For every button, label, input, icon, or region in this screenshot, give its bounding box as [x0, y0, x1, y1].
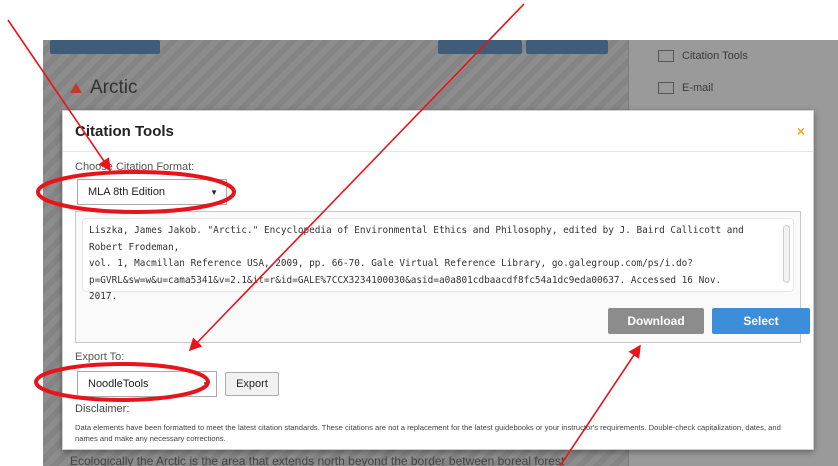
export-destination-select[interactable]: NoodleTools ▼: [77, 371, 217, 397]
download-button[interactable]: Download: [608, 308, 704, 334]
citation-line: p=GVRL&sw=w&u=cama5341&v=2.1&it=r&id=GAL…: [89, 274, 722, 286]
bg-toolbar-button: [438, 40, 522, 54]
citation-text: Liszka, James Jakob. "Arctic." Encyclope…: [89, 223, 779, 306]
citation-tools-modal: Citation Tools × Choose Citation Format:…: [62, 110, 814, 450]
bg-article-title: Arctic: [90, 77, 138, 98]
citation-icon: [658, 50, 674, 62]
modal-title: Citation Tools: [75, 123, 174, 140]
bg-toolbar-button: [50, 40, 160, 54]
disclaimer-text: Data elements have been formatted to mee…: [75, 423, 781, 443]
citation-scrollbar[interactable]: [783, 225, 790, 283]
caret-down-icon: ▼: [202, 379, 210, 389]
export-label: Export To:: [75, 351, 125, 363]
citation-textarea[interactable]: Liszka, James Jakob. "Arctic." Encyclope…: [82, 218, 794, 302]
citation-line: 2017.: [89, 291, 118, 302]
bg-article-title-row: Arctic: [70, 77, 138, 99]
email-icon: [658, 82, 674, 94]
sidebar-item-email[interactable]: E-mail: [658, 82, 713, 94]
sidebar-item-label: Citation Tools: [682, 50, 748, 62]
bg-body-text: Ecologically the Arctic is the area that…: [70, 454, 565, 466]
citation-line: Liszka, James Jakob. "Arctic." Encyclope…: [89, 225, 744, 253]
sidebar-item-citation-tools[interactable]: Citation Tools: [658, 50, 748, 62]
close-icon[interactable]: ×: [797, 123, 805, 139]
citation-panel: Liszka, James Jakob. "Arctic." Encyclope…: [75, 211, 810, 343]
triangle-icon: [70, 83, 82, 93]
modal-divider: [63, 151, 813, 152]
format-label: Choose Citation Format:: [75, 161, 195, 173]
citation-line: vol. 1, Macmillan Reference USA, 2009, p…: [89, 258, 693, 269]
export-select-value: NoodleTools: [88, 378, 149, 390]
bg-toolbar-button: [526, 40, 608, 54]
caret-down-icon: ▼: [210, 187, 218, 197]
sidebar-item-label: E-mail: [682, 82, 714, 94]
citation-format-select[interactable]: MLA 8th Edition ▼: [77, 179, 227, 205]
export-button[interactable]: Export: [225, 372, 279, 396]
format-select-value: MLA 8th Edition: [88, 186, 166, 198]
disclaimer-title: Disclaimer:: [75, 403, 130, 415]
select-button[interactable]: Select: [712, 308, 810, 334]
